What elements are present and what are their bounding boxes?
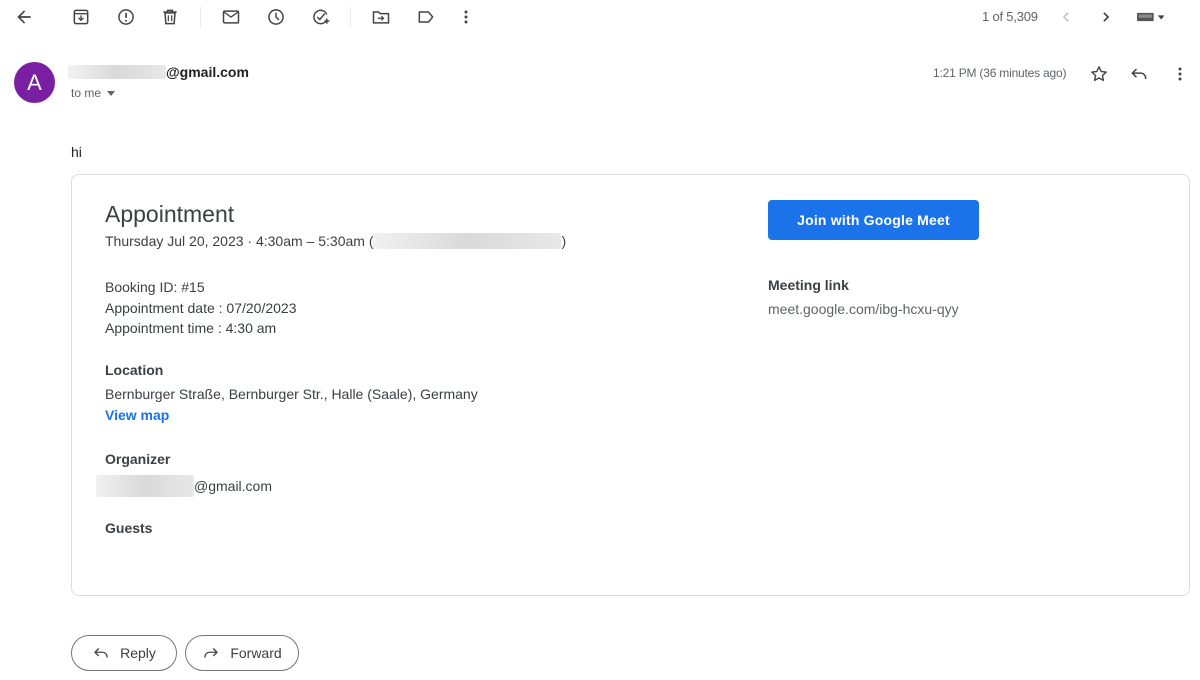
appointment-title: Appointment — [105, 201, 235, 227]
reply-label: Reply — [120, 645, 156, 661]
reply-icon[interactable] — [1127, 62, 1151, 86]
redacted-timezone — [373, 233, 562, 249]
message-timestamp: 1:21 PM (36 minutes ago) — [933, 66, 1067, 80]
mark-unread-icon[interactable] — [219, 5, 243, 29]
input-tools-button[interactable] — [1133, 5, 1171, 29]
forward-icon — [204, 648, 219, 658]
guests-label: Guests — [105, 520, 153, 536]
message-body: hi — [71, 144, 82, 160]
star-icon[interactable] — [1087, 62, 1111, 86]
archive-icon[interactable] — [69, 5, 93, 29]
message-toolbar: 1 of 5,309 — [0, 0, 1200, 34]
booking-id: Booking ID: #15 — [105, 279, 205, 295]
snooze-icon[interactable] — [264, 5, 288, 29]
toolbar-divider — [350, 7, 351, 27]
booking-details: Booking ID: #15 Appointment date : 07/20… — [105, 277, 296, 339]
label-icon[interactable] — [414, 5, 438, 29]
more-vert-icon[interactable] — [454, 5, 478, 29]
caret-down-icon — [107, 90, 116, 96]
add-to-tasks-icon[interactable] — [309, 5, 333, 29]
sender-avatar[interactable]: A — [14, 62, 55, 103]
view-map-link[interactable]: View map — [105, 407, 169, 423]
appointment-card: Appointment Thursday Jul 20, 2023 · 4:30… — [71, 174, 1190, 596]
chevron-right-icon[interactable] — [1094, 5, 1118, 29]
meeting-link[interactable]: meet.google.com/ibg-hcxu-qyy — [768, 301, 959, 317]
appointment-date: Appointment date : 07/20/2023 — [105, 299, 297, 316]
datetime-close: ) — [561, 233, 567, 249]
organizer-domain: @gmail.com — [194, 478, 273, 494]
appointment-datetime: Thursday Jul 20, 2023 · 4:30am – 5:30am … — [105, 233, 566, 249]
delete-icon[interactable] — [158, 5, 182, 29]
report-spam-icon[interactable] — [114, 5, 138, 29]
location-value: Bernburger Straße, Bernburger Str., Hall… — [105, 386, 478, 402]
sender-domain: @gmail.com — [166, 64, 249, 80]
move-to-icon[interactable] — [369, 5, 393, 29]
message-count: 1 of 5,309 — [982, 9, 1038, 24]
organizer-email[interactable]: @gmail.com — [96, 475, 272, 497]
reply-button[interactable]: Reply — [71, 635, 177, 671]
reply-icon — [94, 648, 108, 658]
redacted-organizer-name — [96, 475, 194, 497]
sender-address[interactable]: @gmail.com — [68, 64, 249, 80]
forward-label: Forward — [230, 645, 282, 661]
join-google-meet-button[interactable]: Join with Google Meet — [768, 200, 979, 240]
datetime-text: Thursday Jul 20, 2023 · 4:30am – 5:30am … — [105, 233, 374, 249]
recipient-label: to me — [71, 86, 102, 100]
appointment-time: Appointment time : 4:30 am — [105, 320, 277, 336]
redacted-sender-name — [68, 65, 166, 79]
location-label: Location — [105, 362, 164, 378]
back-arrow-icon[interactable] — [12, 5, 36, 29]
chevron-left-icon[interactable] — [1054, 5, 1078, 29]
forward-button[interactable]: Forward — [185, 635, 299, 671]
organizer-label: Organizer — [105, 451, 171, 467]
recipient-details-toggle[interactable]: to me — [71, 86, 116, 100]
more-options-icon[interactable] — [1168, 62, 1192, 86]
meeting-link-label: Meeting link — [768, 277, 849, 293]
toolbar-divider — [200, 7, 201, 27]
